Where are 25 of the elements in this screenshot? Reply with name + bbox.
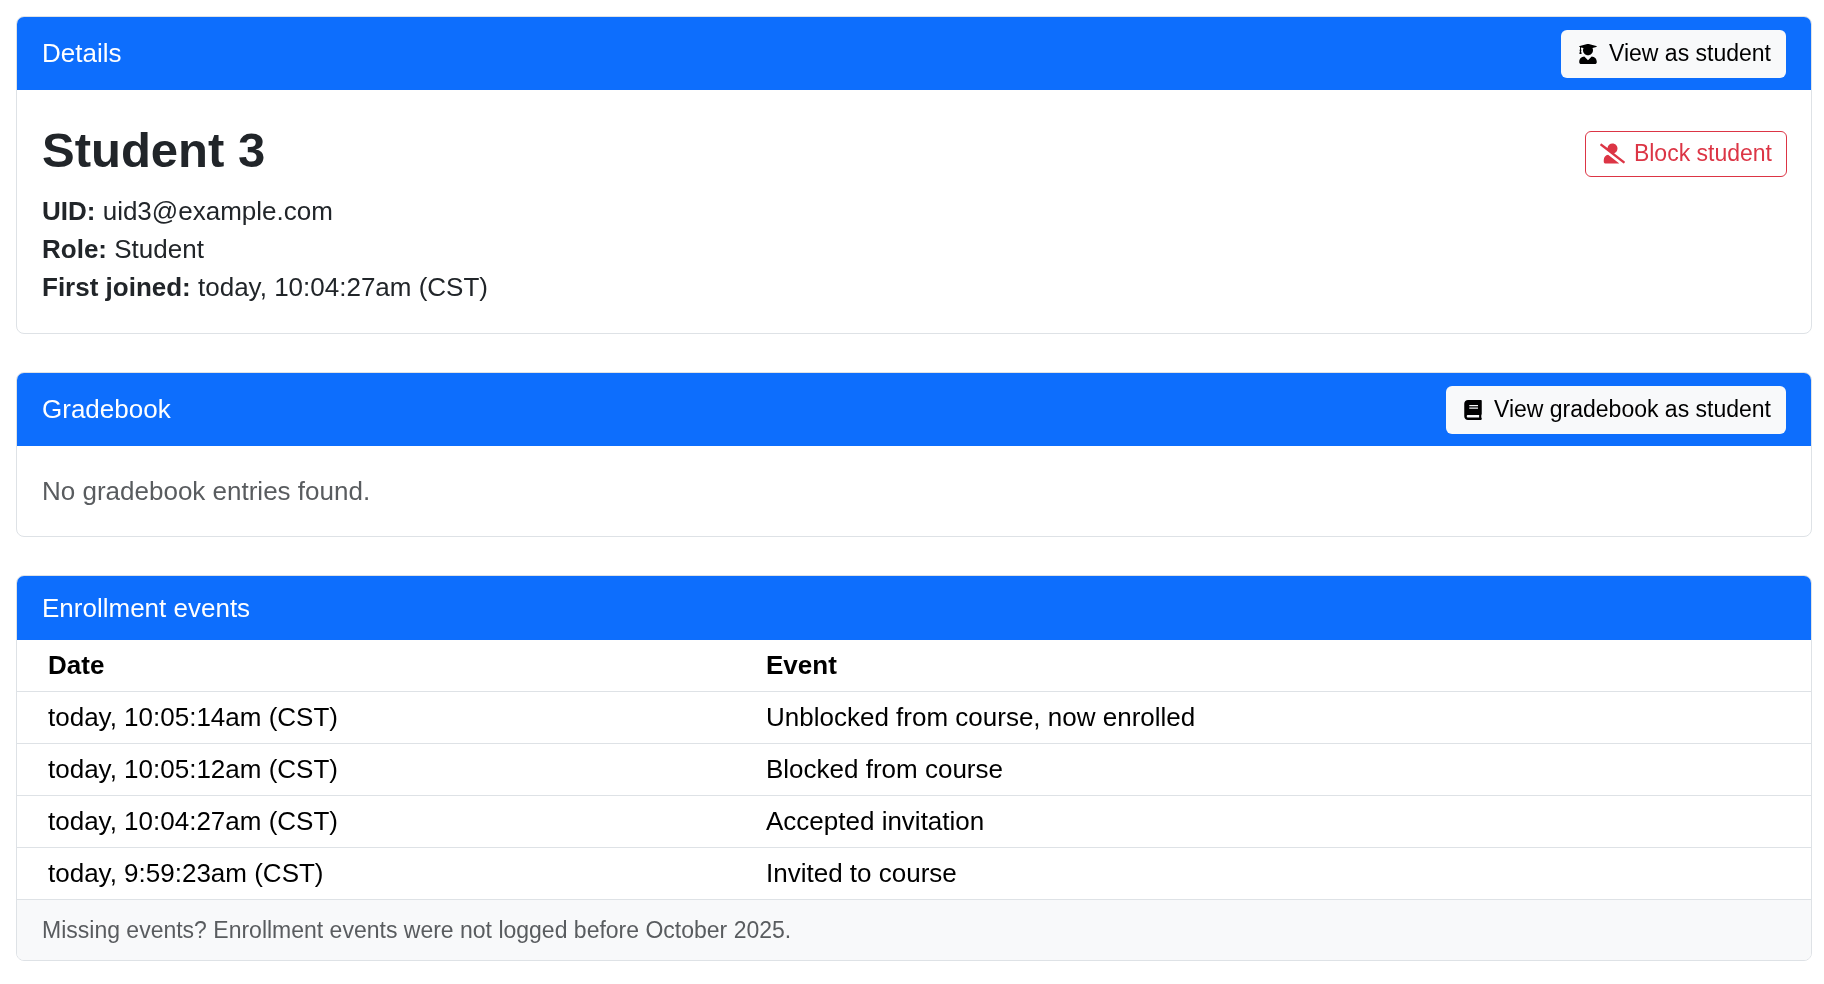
view-gradebook-button[interactable]: View gradebook as student [1445, 385, 1786, 434]
footer-note: Missing events? Enrollment events were not logged before October 2025. [42, 916, 792, 944]
table-cell: Blocked from course [758, 743, 1811, 796]
view-as-student-button[interactable]: View as student [1561, 29, 1786, 78]
book-icon [1462, 399, 1483, 420]
table-cell: Unblocked from course, now enrolled [758, 691, 1811, 744]
card-title: Details [42, 38, 122, 69]
table-cell: today, 10:04:27am (CST) [17, 795, 758, 848]
table-cell: Accepted invitation [758, 795, 1811, 848]
block-student-button[interactable]: Block student [1584, 130, 1787, 177]
table-cell: today, 9:59:23am (CST) [17, 847, 758, 899]
student-icon [1578, 43, 1599, 64]
column-header: Event [758, 640, 1811, 692]
card-title: Enrollment events [42, 592, 251, 624]
table-cell: today, 10:05:12am (CST) [17, 743, 758, 796]
empty-message: No gradebook entries found. [42, 475, 371, 507]
table-cell: Invited to course [758, 847, 1811, 899]
table-cell: today, 10:05:14am (CST) [17, 691, 758, 744]
detail-line: UID: uid3@example.com [42, 195, 334, 228]
column-header: Date [17, 640, 758, 692]
detail-line: First joined: today, 10:04:27am (CST) [42, 271, 489, 304]
card-title: Gradebook [42, 394, 171, 425]
detail-line: Role: Student [42, 233, 205, 266]
student-name: Student 3 [42, 122, 266, 179]
user-slash-icon [1599, 141, 1625, 166]
